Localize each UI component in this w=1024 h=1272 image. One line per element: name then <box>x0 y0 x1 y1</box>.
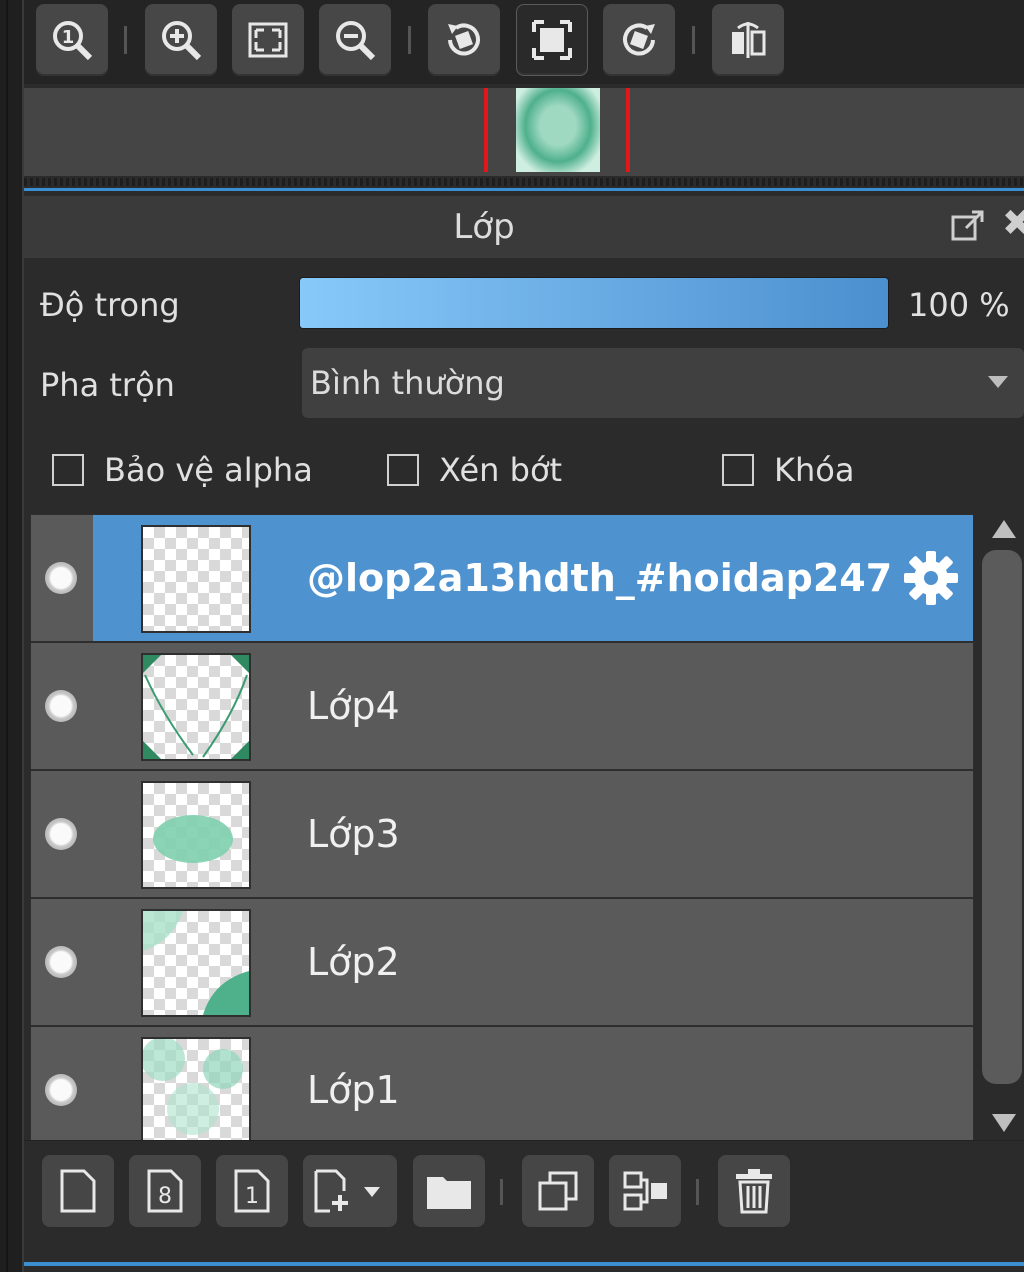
toolbar-separator <box>692 26 695 54</box>
merge-down-button[interactable] <box>609 1155 681 1227</box>
layer-row[interactable]: Lớp1 <box>30 1026 974 1140</box>
opacity-value: 100 % <box>908 286 1010 324</box>
blend-mode-value: Bình thường <box>310 364 505 402</box>
checkbox-box[interactable] <box>52 454 84 486</box>
rotate-right-icon <box>623 23 655 56</box>
layer-thumbnail <box>141 1037 251 1140</box>
blend-label: Pha trộn <box>40 366 175 404</box>
layer-panel-titlebar: Lớp ✖ <box>24 196 1024 258</box>
duplicate-layer-button[interactable] <box>522 1155 594 1227</box>
opacity-slider[interactable] <box>300 278 888 328</box>
fit-canvas-icon <box>532 20 572 60</box>
gear-icon[interactable] <box>901 548 961 612</box>
layer-actions-toolbar: 8 1 <box>24 1140 1024 1241</box>
toolbar-separator <box>500 1179 503 1205</box>
new-8bit-layer-button[interactable]: 8 <box>129 1155 201 1227</box>
visibility-toggle[interactable] <box>45 946 77 978</box>
flip-horizontal-button[interactable] <box>712 4 784 76</box>
svg-text:8: 8 <box>158 1184 172 1209</box>
panel-title: Lớp <box>453 207 515 247</box>
merge-down-icon <box>623 1171 667 1211</box>
clipping-label: Xén bớt <box>439 451 563 489</box>
scroll-up-arrow-icon[interactable] <box>992 520 1016 538</box>
blend-mode-select[interactable]: Bình thường <box>302 348 1024 418</box>
fit-window-button[interactable] <box>232 4 304 76</box>
scroll-down-arrow-icon[interactable] <box>992 1114 1016 1132</box>
layer-name: Lớp2 <box>307 940 400 984</box>
layer-row[interactable]: Lớp2 <box>30 898 974 1026</box>
checkbox-box[interactable] <box>387 454 419 486</box>
fit-canvas-button[interactable] <box>516 4 588 76</box>
add-layer-menu-button[interactable] <box>303 1155 397 1227</box>
new-1bit-layer-button[interactable]: 1 <box>216 1155 288 1227</box>
left-panel-edge <box>0 0 24 1272</box>
lock-checkbox[interactable]: Khóa <box>722 450 854 490</box>
fit-window-icon <box>248 22 288 58</box>
rotate-left-button[interactable] <box>428 4 500 76</box>
zoom-actual-icon: 1 <box>53 21 93 61</box>
layer-thumbnail <box>141 525 251 633</box>
panel-divider <box>24 188 1024 191</box>
clipping-checkbox[interactable]: Xén bớt <box>387 450 562 490</box>
layer-thumbnail <box>141 781 251 889</box>
toolbar-separator <box>408 26 411 54</box>
layer-row[interactable]: @lop2a13hdth_#hoidap247 <box>30 514 974 642</box>
checkbox-box[interactable] <box>722 454 754 486</box>
panel-splitter[interactable] <box>24 178 1024 186</box>
duplicate-layer-icon <box>538 1171 578 1211</box>
trash-icon <box>736 1169 772 1214</box>
zoom-out-button[interactable] <box>319 4 391 76</box>
protect-alpha-checkbox[interactable]: Bảo vệ alpha <box>52 450 313 490</box>
layer-thumbnail <box>141 653 251 761</box>
close-icon[interactable]: ✖ <box>1002 206 1024 242</box>
visibility-toggle[interactable] <box>45 562 77 594</box>
opacity-label: Độ trong <box>40 286 180 324</box>
zoom-in-icon <box>162 21 202 61</box>
svg-text:1: 1 <box>62 27 75 48</box>
scrollbar-thumb[interactable] <box>982 550 1022 1084</box>
new-1bit-layer-icon: 1 <box>234 1169 270 1213</box>
zoom-out-icon <box>336 21 376 61</box>
chevron-down-icon <box>988 376 1008 388</box>
layer-row[interactable]: Lớp4 <box>30 642 974 770</box>
layer-list[interactable]: @lop2a13hdth_#hoidap247 Lớp4 Lớp3 Lớp2 L… <box>30 514 974 1140</box>
visibility-toggle[interactable] <box>45 1074 77 1106</box>
new-folder-button[interactable] <box>413 1155 485 1227</box>
zoom-in-button[interactable] <box>145 4 217 76</box>
svg-text:1: 1 <box>245 1184 259 1209</box>
toolbar-separator <box>124 26 127 54</box>
delete-layer-button[interactable] <box>718 1155 790 1227</box>
new-layer-button[interactable] <box>42 1155 114 1227</box>
new-8bit-layer-icon: 8 <box>147 1169 183 1213</box>
layer-list-scrollbar[interactable] <box>980 514 1024 1140</box>
rotate-right-button[interactable] <box>603 4 675 76</box>
protect-alpha-label: Bảo vệ alpha <box>104 451 313 489</box>
layer-name: @lop2a13hdth_#hoidap247 <box>307 556 893 600</box>
navigator-view-frame[interactable] <box>484 88 630 172</box>
folder-icon <box>427 1177 471 1209</box>
panel-bottom-divider <box>24 1262 1024 1266</box>
rotate-left-icon <box>448 23 480 56</box>
add-layer-menu-icon <box>314 1169 380 1213</box>
new-layer-icon <box>60 1169 96 1213</box>
layer-name: Lớp4 <box>307 684 400 728</box>
visibility-toggle[interactable] <box>45 818 77 850</box>
layer-name: Lớp1 <box>307 1068 400 1112</box>
navigator-preview[interactable] <box>24 88 1024 176</box>
zoom-actual-button[interactable]: 1 <box>36 4 108 76</box>
visibility-toggle[interactable] <box>45 690 77 722</box>
layer-thumbnail <box>141 909 251 1017</box>
flip-horizontal-icon <box>732 22 766 58</box>
lock-label: Khóa <box>774 451 855 489</box>
toolbar-separator <box>696 1179 699 1205</box>
layer-row[interactable]: Lớp3 <box>30 770 974 898</box>
navigator-toolbar: 1 <box>24 0 1024 84</box>
layer-name: Lớp3 <box>307 812 400 856</box>
popout-icon[interactable] <box>950 208 986 248</box>
